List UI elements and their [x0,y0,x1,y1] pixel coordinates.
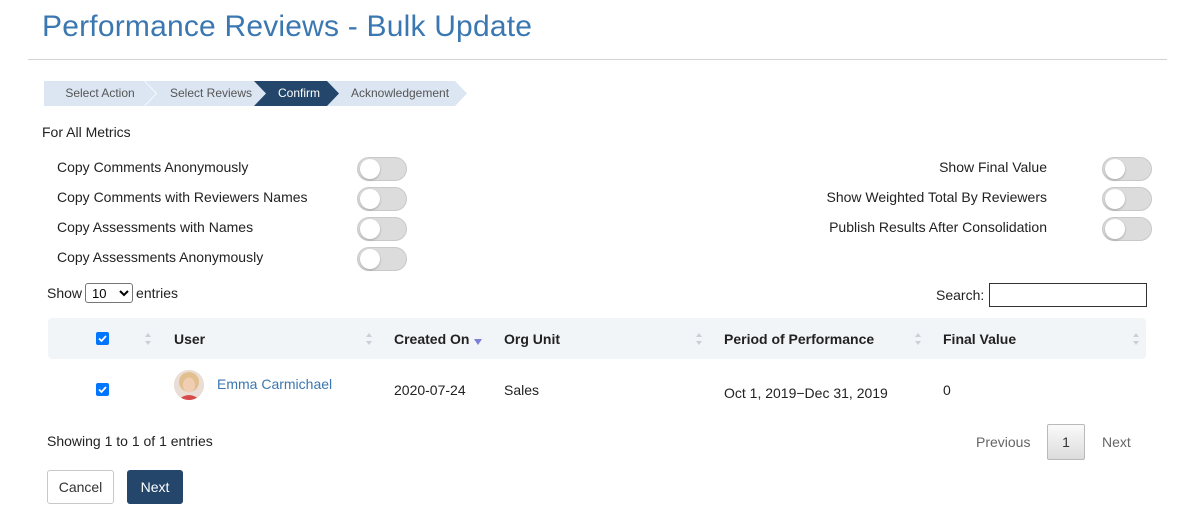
entries-label: entries [136,285,179,301]
table-info: Showing 1 to 1 of 1 entries [47,433,213,449]
wizard-step-label: Select Action [65,86,135,100]
wizard-step-label: Select Reviews [169,86,253,100]
pagination-previous[interactable]: Previous [976,434,1030,450]
column-header-created-on[interactable]: Created On [394,331,469,347]
pagination-next[interactable]: Next [1102,434,1131,450]
show-label: Show [47,285,83,301]
column-header-period[interactable]: Period of Performance [724,331,874,347]
cancel-button[interactable]: Cancel [47,470,114,504]
option-label-copy-comments-with-reviewers-names: Copy Comments with Reviewers Names [57,189,308,205]
sort-icon[interactable] [914,332,922,346]
page-size-select[interactable]: 10 [85,283,134,303]
toggle-publish-results[interactable] [1102,217,1152,241]
toggle-knob [360,159,380,179]
sort-desc-icon[interactable] [474,333,482,347]
title-divider [28,59,1167,60]
sort-icon[interactable] [144,332,152,346]
toggle-knob [1105,219,1125,239]
avatar [174,370,204,400]
wizard-step-label: Confirm [277,86,320,100]
sort-icon[interactable] [1132,332,1140,346]
toggle-knob [360,249,380,269]
cell-period: Oct 1, 2019−Dec 31, 2019 [724,385,888,401]
toggle-copy-comments-with-reviewers-names[interactable] [357,187,407,211]
option-label-copy-comments-anonymously: Copy Comments Anonymously [57,159,249,175]
option-label-show-weighted-total: Show Weighted Total By Reviewers [826,189,1047,205]
sort-icon[interactable] [365,332,373,346]
column-header-user[interactable]: User [174,331,205,347]
cell-created-on: 2020-07-24 [394,382,466,398]
cell-final-value: 0 [943,382,951,398]
section-label: For All Metrics [42,124,131,140]
page-size-control: Show 10 entries [47,283,178,303]
toggle-knob [360,219,380,239]
sort-icon[interactable] [695,332,703,346]
toggle-show-weighted-total[interactable] [1102,187,1152,211]
row-checkbox[interactable] [96,383,109,396]
column-header-final-value[interactable]: Final Value [943,331,1016,347]
search-label: Search: [936,287,985,303]
column-header-org-unit[interactable]: Org Unit [504,331,560,347]
toggle-copy-assessments-with-names[interactable] [357,217,407,241]
toggle-show-final-value[interactable] [1102,157,1152,181]
option-label-publish-results: Publish Results After Consolidation [829,219,1047,235]
select-all-checkbox[interactable] [96,332,109,345]
user-link[interactable]: Emma Carmichael [217,376,332,392]
cell-org-unit: Sales [504,382,540,398]
wizard-step-select-reviews[interactable]: Select Reviews [145,81,267,106]
toggle-copy-comments-anonymously[interactable] [357,157,407,181]
option-label-copy-assessments-with-names: Copy Assessments with Names [57,219,254,235]
option-label-copy-assessments-anonymously: Copy Assessments Anonymously [57,249,264,265]
option-label-show-final-value: Show Final Value [939,159,1047,175]
toggle-copy-assessments-anonymously[interactable] [357,247,407,271]
wizard-steps: Select Action Select Reviews Confirm Ack… [44,81,474,106]
toggle-knob [360,189,380,209]
wizard-step-label: Acknowledgement [350,86,450,100]
search-input[interactable] [989,283,1147,307]
wizard-step-acknowledgement[interactable]: Acknowledgement [327,81,469,106]
wizard-step-select-action[interactable]: Select Action [44,81,156,106]
toggle-knob [1105,189,1125,209]
next-button[interactable]: Next [127,470,183,504]
pagination-page-1[interactable]: 1 [1047,424,1085,460]
toggle-knob [1105,159,1125,179]
page-title: Performance Reviews - Bulk Update [42,10,533,43]
